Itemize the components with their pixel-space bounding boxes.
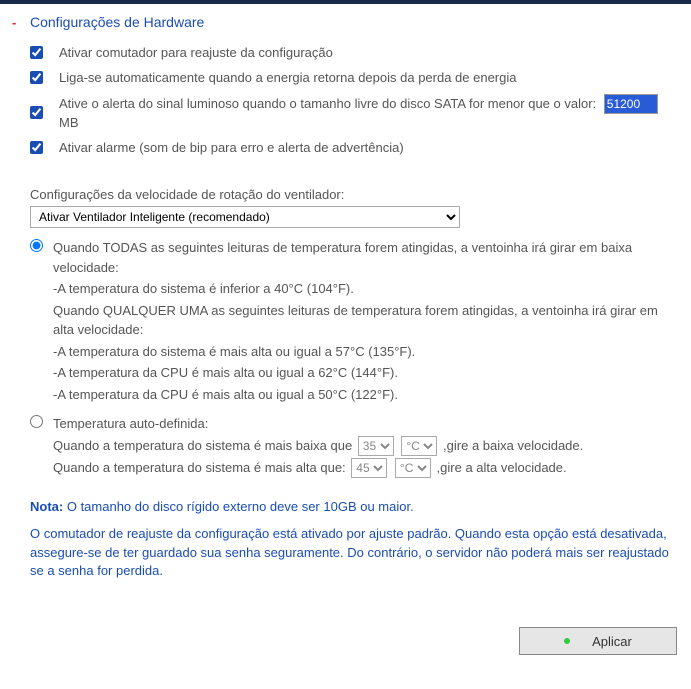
sata-threshold-input[interactable] [604,94,658,114]
fan-custom-low-before: Quando a temperatura do sistema é mais b… [53,438,352,453]
reset-switch-label: Ativar comutador para reajuste da config… [59,44,681,63]
fan-smart-high-1: -A temperatura do sistema é mais alta ou… [53,342,681,362]
note-text-2: O comutador de reajuste da configuração … [30,525,681,582]
auto-power-label: Liga-se automaticamente quando a energia… [59,69,681,88]
section-header[interactable]: - Configurações de Hardware [10,14,681,30]
sata-alert-unit: MB [59,115,79,130]
apply-button-label: Aplicar [592,634,632,649]
option-reset-switch: Ativar comutador para reajuste da config… [30,44,681,63]
fan-custom-body: Temperatura auto-definida: Quando a temp… [53,412,681,480]
fan-custom-low-temp-select[interactable]: 35 [358,436,394,456]
note-text-1: O tamanho do disco rígido externo deve s… [67,499,414,514]
fan-smart-high-3: -A temperatura da CPU é mais alta ou igu… [53,385,681,405]
fan-custom-high-temp-select[interactable]: 45 [351,458,387,478]
fan-custom-low-unit-select[interactable]: °C [401,436,437,456]
option-sata-alert: Ative o alerta do sinal luminoso quando … [30,94,681,133]
auto-power-checkbox[interactable] [30,71,43,84]
fan-custom-high-line: Quando a temperatura do sistema é mais a… [53,458,681,478]
fan-custom-row: Temperatura auto-definida: Quando a temp… [30,412,681,480]
fan-settings-label: Configurações da velocidade de rotação d… [30,187,681,202]
option-auto-power: Liga-se automaticamente quando a energia… [30,69,681,88]
sata-alert-checkbox[interactable] [30,106,43,119]
note-label: Nota: [30,499,63,514]
fan-settings: Configurações da velocidade de rotação d… [10,187,681,480]
fan-smart-low-1: -A temperatura do sistema é inferior a 4… [53,279,681,299]
fan-custom-high-after: ,gire a alta velocidade. [437,460,567,475]
fan-custom-high-unit-select[interactable]: °C [395,458,431,478]
footer: Aplicar [0,581,691,669]
fan-custom-low-after: ,gire a baixa velocidade. [443,438,583,453]
buzzer-checkbox[interactable] [30,141,43,154]
collapse-toggle-icon[interactable]: - [12,15,30,30]
fan-mode-select[interactable]: Ativar Ventilador Inteligente (recomenda… [30,206,460,228]
sata-alert-text-before: Ative o alerta do sinal luminoso quando … [59,96,596,111]
fan-smart-high-intro: Quando QUALQUER UMA as seguintes leitura… [53,301,681,340]
fan-custom-radio[interactable] [30,415,43,428]
note-block: Nota: O tamanho do disco rígido externo … [10,498,681,581]
fan-custom-title: Temperatura auto-definida: [53,414,681,434]
apply-button[interactable]: Aplicar [519,627,677,655]
hardware-options-list: Ativar comutador para reajuste da config… [10,44,681,157]
buzzer-label: Ativar alarme (som de bip para erro e al… [59,139,681,158]
fan-smart-row: Quando TODAS as seguintes leituras de te… [30,236,681,406]
option-buzzer: Ativar alarme (som de bip para erro e al… [30,139,681,158]
fan-custom-high-before: Quando a temperatura do sistema é mais a… [53,460,346,475]
fan-smart-body: Quando TODAS as seguintes leituras de te… [53,236,681,406]
status-dot-icon [564,638,570,644]
fan-smart-high-2: -A temperatura da CPU é mais alta ou igu… [53,363,681,383]
fan-custom-low-line: Quando a temperatura do sistema é mais b… [53,436,681,456]
fan-smart-radio[interactable] [30,239,43,252]
sata-alert-label: Ative o alerta do sinal luminoso quando … [59,94,681,133]
hardware-settings-section: - Configurações de Hardware Ativar comut… [0,4,691,581]
reset-switch-checkbox[interactable] [30,46,43,59]
fan-smart-intro: Quando TODAS as seguintes leituras de te… [53,238,681,277]
section-title: Configurações de Hardware [30,14,204,30]
